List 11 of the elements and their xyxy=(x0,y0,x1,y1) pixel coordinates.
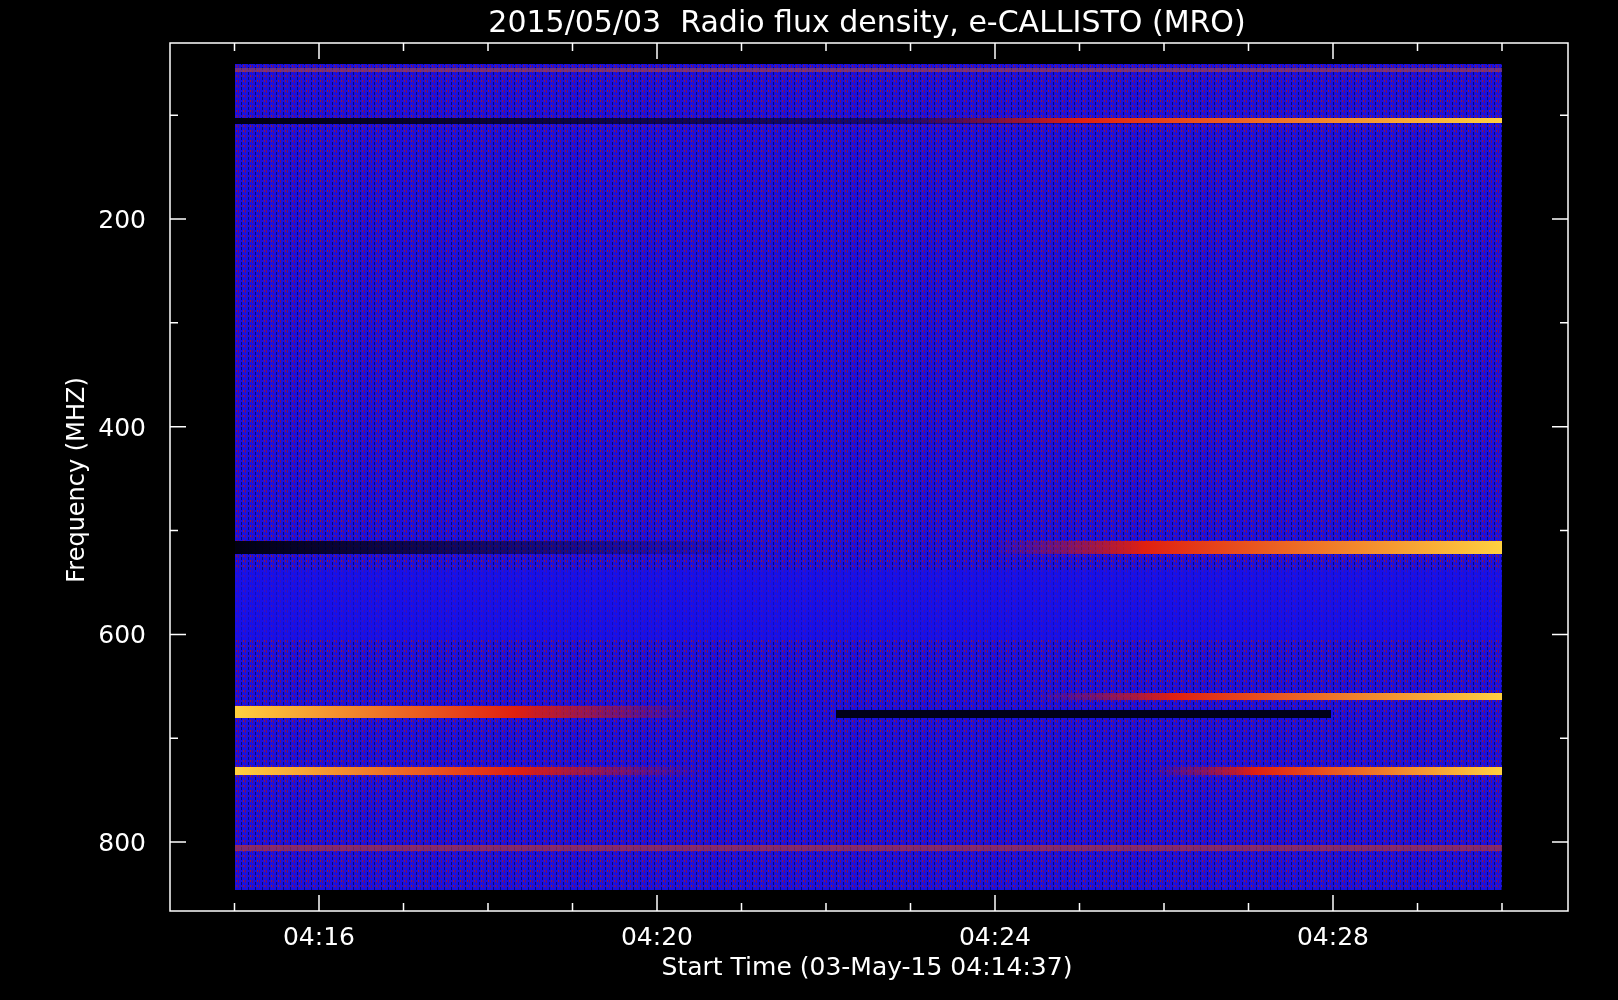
x-tick-label: 04:16 xyxy=(283,922,355,951)
x-axis-label: Start Time (03-May-15 04:14:37) xyxy=(661,952,1073,981)
x-tick-label: 04:28 xyxy=(1297,922,1369,951)
y-tick-label: 200 xyxy=(98,205,146,234)
y-tick-label: 600 xyxy=(98,620,146,650)
x-tick-label: 04:24 xyxy=(959,922,1031,951)
y-tick-label: 400 xyxy=(98,412,146,442)
y-axis-label: Frequency (MHZ) xyxy=(62,377,90,583)
chart-title: 2015/05/03 Radio flux density, e-CALLISTO (MRO) xyxy=(488,4,1246,39)
x-tick-label: 04:20 xyxy=(621,922,693,951)
y-tick-label: 800 xyxy=(98,828,146,858)
